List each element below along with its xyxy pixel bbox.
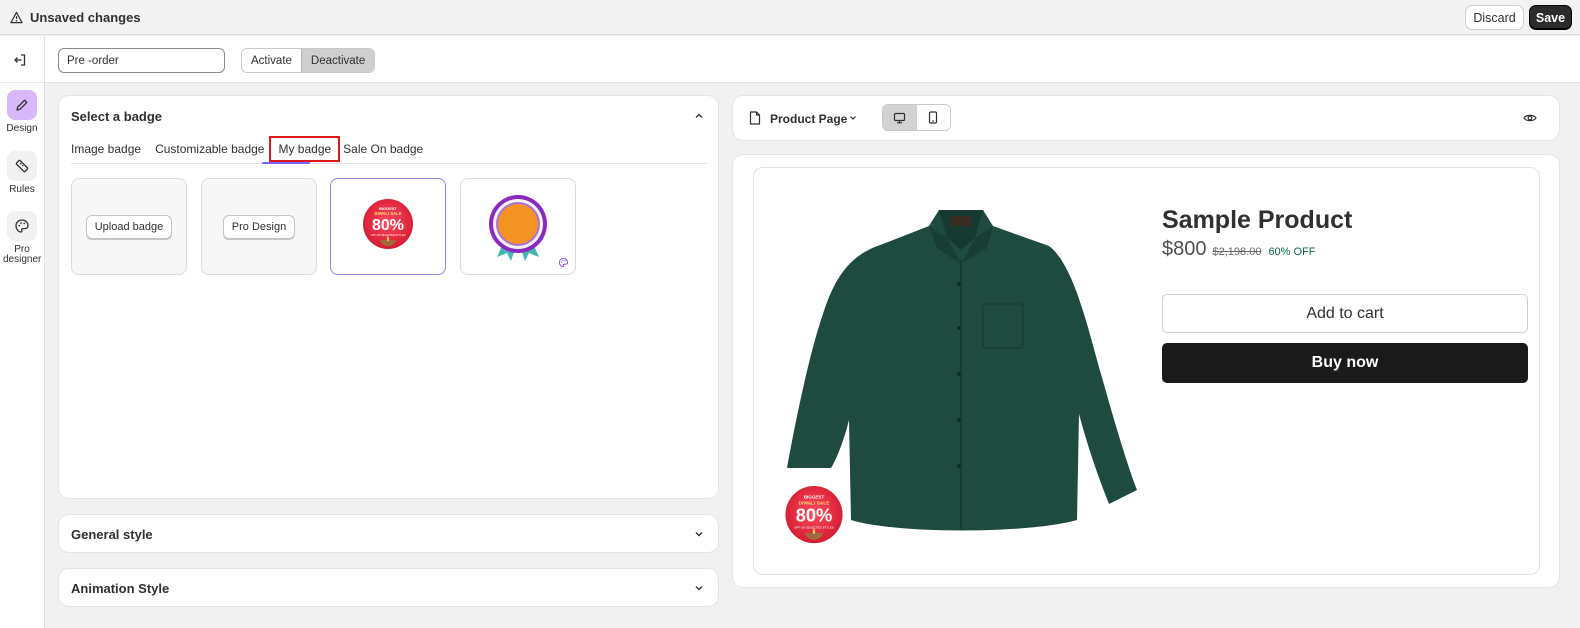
pro-design-tile[interactable]: Pro Design: [201, 178, 317, 275]
rail-item-pro-designer[interactable]: Pro designer: [0, 211, 44, 265]
preview-toolbar: Product Page: [733, 96, 1559, 140]
rail-divider: [0, 82, 44, 83]
badge-text-percent: 80%: [372, 217, 404, 234]
rail-rules-label: Rules: [9, 184, 35, 195]
tab-my-badge[interactable]: My badge: [269, 136, 341, 162]
rail-pro-designer-button[interactable]: [7, 211, 37, 241]
upload-badge-button[interactable]: Upload badge: [85, 214, 173, 239]
activate-button[interactable]: Activate: [242, 49, 301, 72]
animation-style-title: Animation Style: [71, 581, 170, 596]
rail-pro-designer-label: Pro designer: [3, 244, 42, 265]
chevron-down-icon[interactable]: [849, 114, 857, 122]
discount-label: 60% OFF: [1268, 246, 1316, 258]
general-style-card[interactable]: General style: [59, 515, 718, 552]
unsaved-changes-label: Unsaved changes: [30, 10, 141, 25]
rosette-badge-tile[interactable]: [460, 178, 576, 275]
product-title: Sample Product: [1162, 206, 1353, 234]
deactivate-button[interactable]: Deactivate: [300, 49, 375, 72]
device-toggle: [882, 104, 951, 131]
add-to-cart-button[interactable]: Add to cart: [1162, 294, 1528, 333]
badge-name-input[interactable]: [58, 48, 225, 73]
select-badge-card: Select a badge Image badge Customizable …: [59, 96, 718, 498]
badge-tabs: Image badge Customizable badge My badge …: [71, 136, 437, 164]
animation-style-card[interactable]: Animation Style: [59, 569, 718, 606]
buy-now-button[interactable]: Buy now: [1162, 343, 1528, 383]
pro-design-button[interactable]: Pro Design: [222, 214, 296, 239]
product-price: $800: [1162, 238, 1207, 260]
tab-sale-on-badge[interactable]: Sale On badge: [343, 138, 423, 160]
tabs-divider: [71, 163, 707, 164]
active-tab-indicator: [262, 162, 310, 164]
select-badge-title: Select a badge: [71, 109, 163, 124]
mobile-view-button[interactable]: [916, 105, 950, 130]
rail-item-rules[interactable]: Rules: [0, 151, 44, 195]
top-bar: Unsaved changes Discard Save: [0, 0, 1580, 35]
discard-button[interactable]: Discard: [1465, 5, 1524, 30]
rail-design-button[interactable]: [7, 90, 37, 120]
warning-icon: [10, 11, 23, 24]
rosette-badge-image: [489, 194, 547, 261]
page-selector-label[interactable]: Product Page: [770, 112, 847, 126]
palette-icon[interactable]: [558, 257, 569, 268]
rail-item-design[interactable]: Design: [0, 90, 44, 134]
tab-customizable-badge[interactable]: Customizable badge: [155, 138, 264, 160]
save-button[interactable]: Save: [1529, 5, 1572, 30]
diwali-sale-badge-image: BIGGEST DIWALI SALE 80% OFF ON SELECTED …: [363, 198, 413, 249]
pencil-icon: [16, 99, 28, 111]
chevron-down-icon[interactable]: [694, 529, 704, 539]
rail-design-label: Design: [6, 123, 38, 134]
price-row: $800 $2,198.00 60% OFF: [1162, 238, 1316, 261]
preview-badge-text-percent: 80%: [796, 504, 833, 525]
exit-icon[interactable]: [12, 52, 28, 68]
desktop-icon: [894, 112, 906, 123]
mobile-icon: [929, 111, 938, 124]
palette-icon: [15, 219, 29, 233]
product-preview-card: BIGGEST DIWALI SALE 80% OFF ON SELECTED …: [733, 155, 1559, 587]
chevron-up-icon[interactable]: [694, 111, 704, 121]
badge-text-diwali: DIWALI SALE: [375, 211, 402, 216]
compare-at-price: $2,198.00: [1212, 246, 1262, 258]
rail-rules-button[interactable]: [7, 151, 37, 181]
page-icon: [749, 111, 761, 125]
preview-badge-text-biggest: BIGGEST: [804, 495, 825, 500]
eye-icon[interactable]: [1523, 112, 1537, 124]
ruler-icon: [15, 159, 29, 173]
tab-image-badge[interactable]: Image badge: [71, 138, 141, 160]
product-preview-frame: BIGGEST DIWALI SALE 80% OFF ON SELECTED …: [753, 167, 1540, 575]
general-style-title: General style: [71, 527, 153, 542]
upload-badge-tile[interactable]: Upload badge: [71, 178, 187, 275]
diwali-sale-badge-tile[interactable]: BIGGEST DIWALI SALE 80% OFF ON SELECTED …: [330, 178, 446, 275]
preview-diwali-badge: BIGGEST DIWALI SALE 80% OFF ON SELECTED …: [785, 486, 843, 544]
badge-header-row: Activate Deactivate: [45, 36, 1580, 83]
side-rail: Design Rules Pro designer: [0, 36, 45, 628]
activation-toggle: Activate Deactivate: [241, 48, 376, 73]
chevron-down-icon[interactable]: [694, 583, 704, 593]
desktop-view-button[interactable]: [883, 105, 917, 130]
